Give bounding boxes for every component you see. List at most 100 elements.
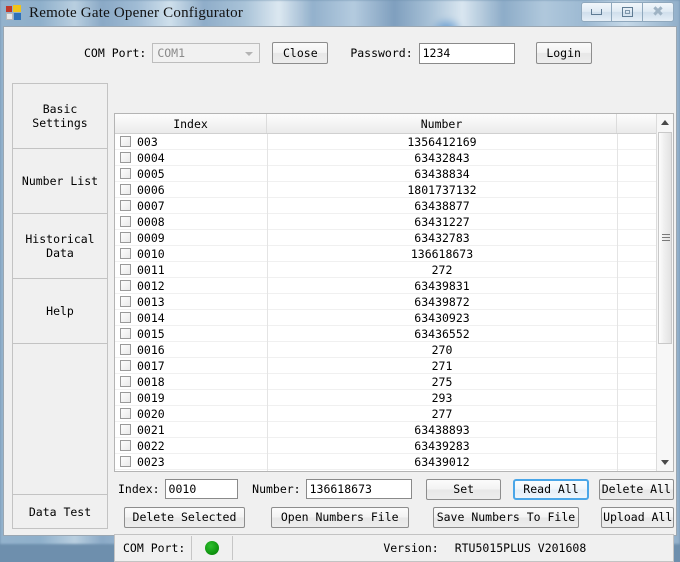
close-port-button[interactable]: Close bbox=[272, 42, 328, 64]
controls-row-secondary: Delete Selected Open Numbers File Save N… bbox=[114, 503, 674, 531]
table-row[interactable]: 0016270 bbox=[115, 342, 673, 358]
column-header-index[interactable]: Index bbox=[115, 114, 267, 133]
cell-index: 0012 bbox=[135, 279, 267, 293]
cell-index: 0011 bbox=[135, 263, 267, 277]
row-checkbox[interactable] bbox=[120, 392, 131, 403]
delete-all-button[interactable]: Delete All bbox=[599, 479, 674, 500]
cell-index: 003 bbox=[135, 135, 267, 149]
cell-index: 0014 bbox=[135, 311, 267, 325]
cell-index: 0018 bbox=[135, 375, 267, 389]
scroll-down-button[interactable] bbox=[657, 454, 673, 471]
row-checkbox[interactable] bbox=[120, 232, 131, 243]
sidebar-item-data-test[interactable]: Data Test bbox=[13, 494, 107, 528]
scroll-up-button[interactable] bbox=[657, 114, 673, 131]
sidebar-item-basic-settings[interactable]: Basic Settings bbox=[13, 84, 107, 149]
cell-number: 136618673 bbox=[267, 247, 617, 261]
table-row[interactable]: 002363439012 bbox=[115, 454, 673, 470]
scrollbar-thumb[interactable] bbox=[658, 132, 672, 344]
cell-number: 277 bbox=[267, 407, 617, 421]
table-row[interactable]: 0011272 bbox=[115, 262, 673, 278]
table-row[interactable]: 00061801737132 bbox=[115, 182, 673, 198]
delete-selected-button[interactable]: Delete Selected bbox=[124, 507, 245, 528]
row-checkbox[interactable] bbox=[120, 328, 131, 339]
row-checkbox-cell bbox=[115, 248, 135, 259]
triangle-up-icon bbox=[661, 120, 669, 125]
table-row[interactable]: 001363439872 bbox=[115, 294, 673, 310]
row-checkbox[interactable] bbox=[120, 424, 131, 435]
row-checkbox-cell bbox=[115, 136, 135, 147]
table-vertical-scrollbar[interactable] bbox=[656, 114, 673, 471]
cell-number: 293 bbox=[267, 391, 617, 405]
cell-number: 63432783 bbox=[267, 231, 617, 245]
open-numbers-file-button[interactable]: Open Numbers File bbox=[271, 507, 409, 528]
row-checkbox[interactable] bbox=[120, 344, 131, 355]
row-checkbox[interactable] bbox=[120, 184, 131, 195]
row-checkbox[interactable] bbox=[120, 200, 131, 211]
row-checkbox-cell bbox=[115, 328, 135, 339]
table-row[interactable]: 0020277 bbox=[115, 406, 673, 422]
row-checkbox[interactable] bbox=[120, 456, 131, 467]
number-input[interactable]: 136618673 bbox=[306, 479, 412, 499]
cell-index: 0010 bbox=[135, 247, 267, 261]
row-checkbox-cell bbox=[115, 392, 135, 403]
minimize-button[interactable] bbox=[581, 2, 612, 22]
row-checkbox-cell bbox=[115, 296, 135, 307]
table-row[interactable]: 0019293 bbox=[115, 390, 673, 406]
sidebar-item-help[interactable]: Help bbox=[13, 279, 107, 344]
upload-all-button[interactable]: Upload All bbox=[601, 507, 674, 528]
row-checkbox[interactable] bbox=[120, 312, 131, 323]
row-checkbox[interactable] bbox=[120, 296, 131, 307]
row-checkbox[interactable] bbox=[120, 136, 131, 147]
table-row[interactable]: 001463430923 bbox=[115, 310, 673, 326]
save-numbers-to-file-button[interactable]: Save Numbers To File bbox=[433, 507, 580, 528]
row-checkbox-cell bbox=[115, 264, 135, 275]
cell-number: 63431227 bbox=[267, 215, 617, 229]
sidebar-item-historical-data[interactable]: Historical Data bbox=[13, 214, 107, 279]
row-checkbox[interactable] bbox=[120, 248, 131, 259]
table-row[interactable]: 000463432843 bbox=[115, 150, 673, 166]
row-checkbox-cell bbox=[115, 216, 135, 227]
version-value: RTU5015PLUS V201608 bbox=[455, 541, 587, 555]
read-all-button[interactable]: Read All bbox=[513, 479, 588, 500]
row-checkbox[interactable] bbox=[120, 216, 131, 227]
row-checkbox[interactable] bbox=[120, 440, 131, 451]
maximize-button[interactable] bbox=[612, 2, 643, 22]
login-button[interactable]: Login bbox=[536, 42, 592, 64]
column-header-blank[interactable] bbox=[617, 114, 658, 133]
cell-number: 63439831 bbox=[267, 279, 617, 293]
password-input[interactable]: 1234 bbox=[419, 43, 515, 64]
table-row[interactable]: 000963432783 bbox=[115, 230, 673, 246]
row-checkbox[interactable] bbox=[120, 264, 131, 275]
close-button[interactable]: ✖ bbox=[643, 2, 674, 22]
table-row[interactable]: 0018275 bbox=[115, 374, 673, 390]
cell-index: 0004 bbox=[135, 151, 267, 165]
table-row[interactable]: 000563438834 bbox=[115, 166, 673, 182]
table-row[interactable]: 0017271 bbox=[115, 358, 673, 374]
com-port-select[interactable]: COM1 bbox=[152, 43, 260, 63]
cell-index: 0017 bbox=[135, 359, 267, 373]
row-checkbox[interactable] bbox=[120, 360, 131, 371]
chevron-down-icon bbox=[245, 52, 253, 56]
table-row[interactable]: 001263439831 bbox=[115, 278, 673, 294]
table-row[interactable]: 002263439283 bbox=[115, 438, 673, 454]
row-checkbox[interactable] bbox=[120, 376, 131, 387]
index-input[interactable]: 0010 bbox=[165, 479, 239, 499]
column-header-number[interactable]: Number bbox=[267, 114, 617, 133]
table-row[interactable]: 000763438877 bbox=[115, 198, 673, 214]
row-checkbox[interactable] bbox=[120, 280, 131, 291]
table-row[interactable]: 002163438893 bbox=[115, 422, 673, 438]
set-button[interactable]: Set bbox=[426, 479, 501, 500]
minimize-icon bbox=[591, 9, 602, 15]
version-label: Version: bbox=[383, 541, 438, 555]
table-row[interactable]: 000863431227 bbox=[115, 214, 673, 230]
cell-number: 271 bbox=[267, 359, 617, 373]
cell-index: 0021 bbox=[135, 423, 267, 437]
table-row[interactable]: 001563436552 bbox=[115, 326, 673, 342]
row-checkbox[interactable] bbox=[120, 408, 131, 419]
row-checkbox[interactable] bbox=[120, 168, 131, 179]
table-row[interactable]: 0031356412169 bbox=[115, 134, 673, 150]
cell-number: 63439012 bbox=[267, 455, 617, 469]
row-checkbox[interactable] bbox=[120, 152, 131, 163]
table-row[interactable]: 0010136618673 bbox=[115, 246, 673, 262]
sidebar-item-number-list[interactable]: Number List bbox=[13, 149, 107, 214]
